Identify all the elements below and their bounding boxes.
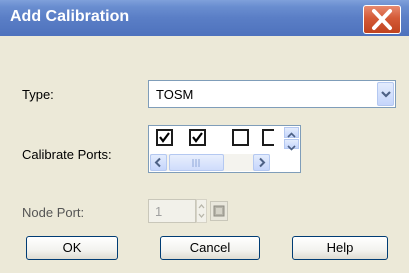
scroll-left-button[interactable] bbox=[150, 154, 167, 171]
scroll-thumb[interactable] bbox=[169, 154, 224, 171]
port-4-checkbox[interactable] bbox=[262, 129, 274, 146]
port-1-checkbox[interactable] bbox=[156, 129, 173, 146]
dialog-title: Add Calibration bbox=[10, 8, 130, 25]
help-button[interactable]: Help bbox=[292, 236, 388, 260]
node-port-spinner[interactable] bbox=[196, 199, 207, 223]
close-icon bbox=[372, 9, 392, 30]
checkmark-icon bbox=[192, 132, 203, 143]
calibrate-ports-label: Calibrate Ports: bbox=[22, 147, 112, 162]
node-picker-icon bbox=[213, 205, 225, 217]
cancel-button[interactable]: Cancel bbox=[160, 236, 260, 260]
port-2-checkbox[interactable] bbox=[189, 129, 206, 146]
add-calibration-dialog: Add Calibration Type: TOSM Calibrate Por… bbox=[0, 0, 409, 273]
arrow-left-icon bbox=[154, 157, 161, 168]
grip-icon bbox=[192, 159, 200, 167]
ok-button[interactable]: OK bbox=[26, 236, 118, 260]
title-bar[interactable]: Add Calibration bbox=[0, 0, 409, 36]
type-value: TOSM bbox=[156, 87, 194, 102]
type-dropdown-button[interactable] bbox=[377, 82, 394, 106]
node-port-label: Node Port: bbox=[22, 205, 85, 220]
type-label: Type: bbox=[22, 87, 54, 102]
port-3-checkbox[interactable] bbox=[232, 129, 249, 146]
close-button[interactable] bbox=[363, 5, 401, 34]
calibrate-ports-list bbox=[148, 125, 301, 173]
node-port-picker-button[interactable] bbox=[210, 201, 228, 221]
ports-spin-down-button[interactable] bbox=[284, 139, 299, 151]
arrow-down-icon bbox=[287, 145, 296, 151]
scroll-right-button[interactable] bbox=[253, 154, 270, 171]
chevron-down-icon bbox=[381, 91, 391, 98]
checkmark-icon bbox=[159, 132, 170, 143]
spinner-arrows-icon bbox=[198, 203, 205, 219]
node-port-value: 1 bbox=[155, 204, 163, 219]
node-port-input[interactable]: 1 bbox=[148, 199, 196, 223]
type-select[interactable]: TOSM bbox=[148, 80, 396, 108]
arrow-right-icon bbox=[259, 157, 266, 168]
ports-spin-up-button[interactable] bbox=[284, 127, 299, 138]
ports-horizontal-scrollbar[interactable] bbox=[150, 154, 270, 171]
